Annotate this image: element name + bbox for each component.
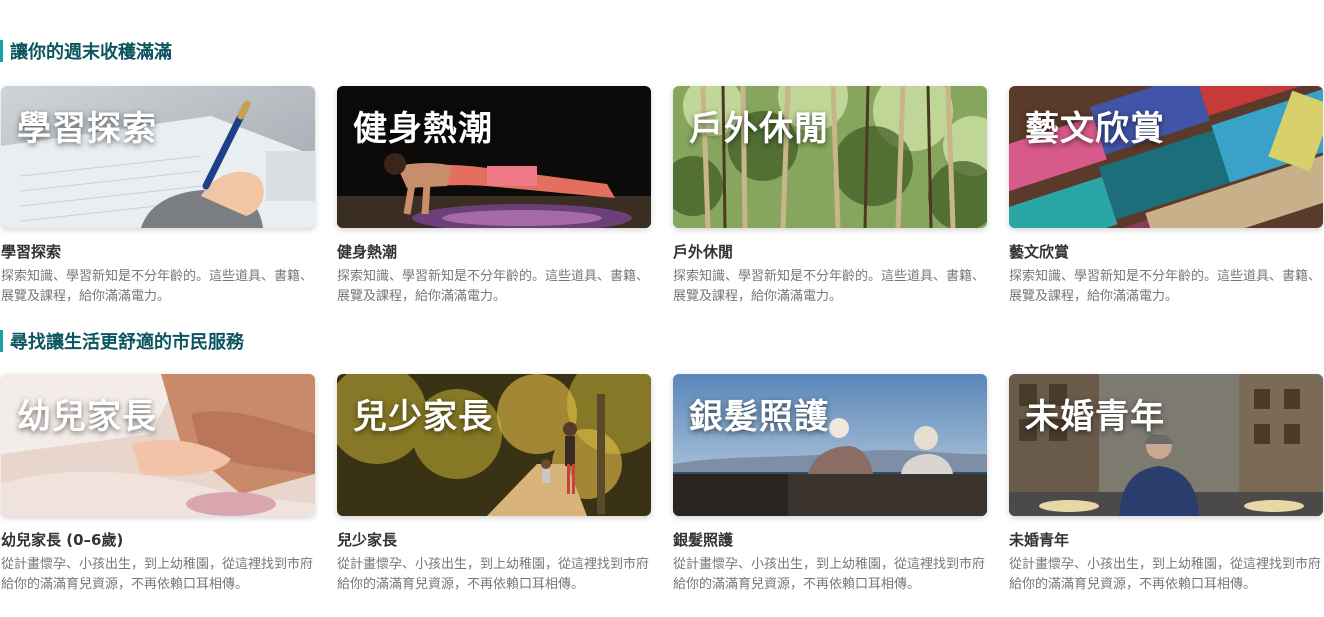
card-description: 從計畫懷孕、小孩出生，到上幼稚園，從這裡找到市府給你的滿滿育兒資源，不再依賴口耳… <box>1 557 314 592</box>
card-description: 從計畫懷孕、小孩出生，到上幼稚園，從這裡找到市府給你的滿滿育兒資源，不再依賴口耳… <box>1009 557 1322 592</box>
card-image-youth-parents[interactable]: 兒少家長 <box>337 374 651 516</box>
card-learning[interactable]: 學習探索 學習探索 探索知識、學習新知是不分年齡的。這些道具、書籍、展覽及課程，… <box>1 86 315 307</box>
card-overlay-title: 兒少家長 <box>353 397 493 437</box>
card-overlay-title: 幼兒家長 <box>17 397 157 437</box>
card-overlay-title: 銀髮照護 <box>689 397 829 437</box>
section-title: 讓你的週末收穫滿滿 <box>0 40 1324 63</box>
card-image-outdoor[interactable]: 戶外休閒 <box>673 86 987 228</box>
card-overlay-title: 藝文欣賞 <box>1025 109 1165 149</box>
accent-bar <box>0 330 3 352</box>
card-overlay-title: 學習探索 <box>17 109 157 149</box>
section-title-text: 讓你的週末收穫滿滿 <box>10 42 172 63</box>
card-description: 探索知識、學習新知是不分年齡的。這些道具、書籍、展覽及課程，給你滿滿電力。 <box>673 269 986 304</box>
card-outdoor[interactable]: 戶外休閒 戶外休閒 探索知識、學習新知是不分年齡的。這些道具、書籍、展覽及課程，… <box>673 86 987 307</box>
section-title: 尋找讓生活更舒適的市民服務 <box>0 330 1324 353</box>
card-image-arts[interactable]: 藝文欣賞 <box>1009 86 1323 228</box>
card-description: 探索知識、學習新知是不分年齡的。這些道具、書籍、展覽及課程，給你滿滿電力。 <box>337 269 650 304</box>
card-description: 從計畫懷孕、小孩出生，到上幼稚園，從這裡找到市府給你的滿滿育兒資源，不再依賴口耳… <box>673 557 986 592</box>
card-title[interactable]: 藝文欣賞 <box>1009 241 1323 262</box>
card-title[interactable]: 幼兒家長 (0–6歲) <box>1 529 315 550</box>
card-overlay-title: 健身熱潮 <box>353 109 493 149</box>
card-image-fitness[interactable]: 健身熱潮 <box>337 86 651 228</box>
card-senior-care[interactable]: 銀髮照護 銀髮照護 從計畫懷孕、小孩出生，到上幼稚園，從這裡找到市府給你的滿滿育… <box>673 374 987 595</box>
accent-bar <box>0 40 3 62</box>
card-image-unmarried-youth[interactable]: 未婚青年 <box>1009 374 1323 516</box>
section-services: 尋找讓生活更舒適的市民服務 <box>0 330 1324 353</box>
card-unmarried-youth[interactable]: 未婚青年 未婚青年 從計畫懷孕、小孩出生，到上幼稚園，從這裡找到市府給你的滿滿育… <box>1009 374 1323 595</box>
card-row-weekend: 學習探索 學習探索 探索知識、學習新知是不分年齡的。這些道具、書籍、展覽及課程，… <box>0 86 1324 316</box>
card-description: 從計畫懷孕、小孩出生，到上幼稚園，從這裡找到市府給你的滿滿育兒資源，不再依賴口耳… <box>337 557 650 592</box>
card-title[interactable]: 戶外休閒 <box>673 241 987 262</box>
card-image-learning[interactable]: 學習探索 <box>1 86 315 228</box>
card-description: 探索知識、學習新知是不分年齡的。這些道具、書籍、展覽及課程，給你滿滿電力。 <box>1009 269 1322 304</box>
card-infant-parents[interactable]: 幼兒家長 幼兒家長 (0–6歲) 從計畫懷孕、小孩出生，到上幼稚園，從這裡找到市… <box>1 374 315 595</box>
card-fitness[interactable]: 健身熱潮 健身熱潮 探索知識、學習新知是不分年齡的。這些道具、書籍、展覽及課程，… <box>337 86 651 307</box>
card-youth-parents[interactable]: 兒少家長 兒少家長 從計畫懷孕、小孩出生，到上幼稚園，從這裡找到市府給你的滿滿育… <box>337 374 651 595</box>
card-row-services: 幼兒家長 幼兒家長 (0–6歲) 從計畫懷孕、小孩出生，到上幼稚園，從這裡找到市… <box>0 374 1324 604</box>
card-image-senior-care[interactable]: 銀髮照護 <box>673 374 987 516</box>
card-overlay-title: 戶外休閒 <box>689 109 829 149</box>
card-title[interactable]: 銀髮照護 <box>673 529 987 550</box>
card-title[interactable]: 學習探索 <box>1 241 315 262</box>
section-title-text: 尋找讓生活更舒適的市民服務 <box>10 332 244 353</box>
card-description: 探索知識、學習新知是不分年齡的。這些道具、書籍、展覽及課程，給你滿滿電力。 <box>1 269 314 304</box>
card-arts[interactable]: 藝文欣賞 藝文欣賞 探索知識、學習新知是不分年齡的。這些道具、書籍、展覽及課程，… <box>1009 86 1323 307</box>
section-weekend: 讓你的週末收穫滿滿 <box>0 40 1324 63</box>
card-title[interactable]: 未婚青年 <box>1009 529 1323 550</box>
card-image-infant-parents[interactable]: 幼兒家長 <box>1 374 315 516</box>
card-title[interactable]: 健身熱潮 <box>337 241 651 262</box>
card-overlay-title: 未婚青年 <box>1025 397 1165 437</box>
card-title[interactable]: 兒少家長 <box>337 529 651 550</box>
